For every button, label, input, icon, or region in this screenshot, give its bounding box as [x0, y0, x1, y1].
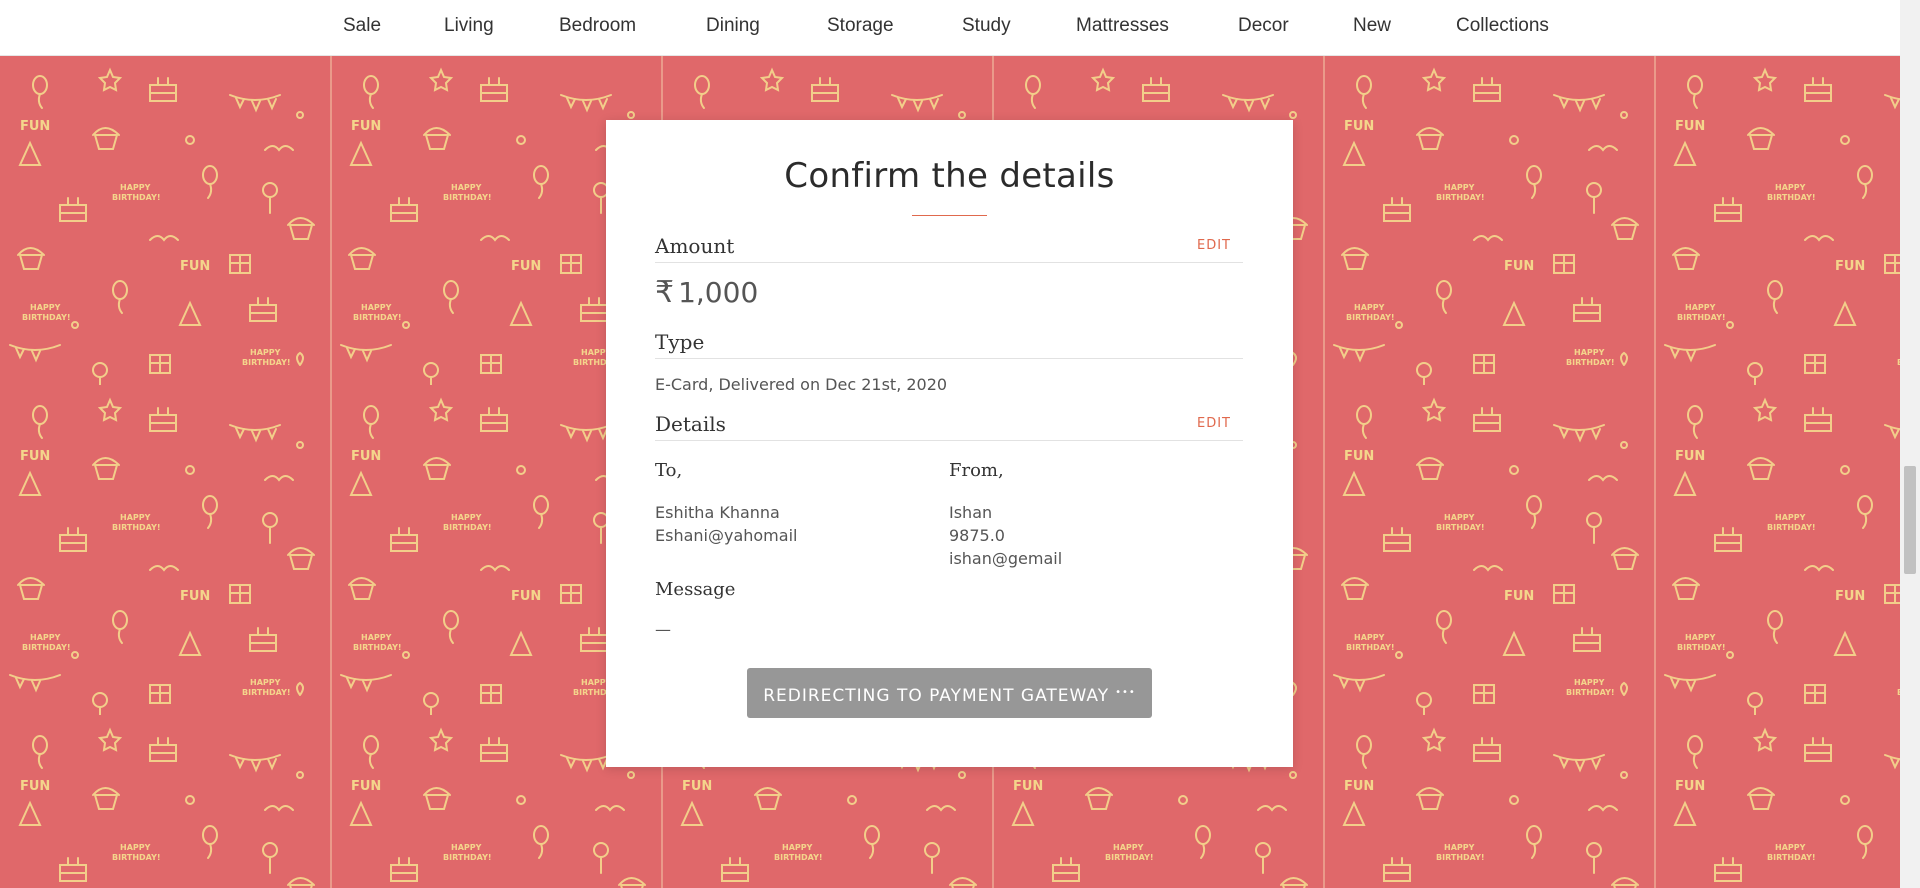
confirm-details-card: Confirm the details Amount EDIT ₹1,000 T… — [606, 120, 1293, 767]
nav-item-sale[interactable]: Sale — [343, 0, 381, 52]
nav-item-storage[interactable]: Storage — [827, 0, 894, 52]
nav-item-dining[interactable]: Dining — [706, 0, 760, 52]
nav-item-study[interactable]: Study — [962, 0, 1011, 52]
loading-spinner-icon: ••• — [1115, 687, 1136, 698]
top-nav: Sale Living Bedroom Dining Storage Study… — [0, 0, 1900, 56]
title-underline — [912, 215, 987, 216]
from-phone: 9875.0 — [949, 526, 1005, 545]
details-section-header: Details EDIT — [655, 412, 1243, 441]
rupee-icon: ₹ — [655, 275, 675, 310]
amount-label: Amount — [655, 234, 735, 258]
payment-gateway-button-label: REDIRECTING TO PAYMENT GATEWAY — [763, 686, 1110, 706]
scrollbar-thumb[interactable] — [1904, 466, 1916, 574]
amount-number: 1,000 — [678, 276, 759, 309]
nav-item-bedroom[interactable]: Bedroom — [559, 0, 636, 52]
to-email: Eshani@yahomail — [655, 526, 798, 545]
card-title: Confirm the details — [784, 156, 1115, 196]
to-label: To, — [655, 460, 683, 481]
edit-details-link[interactable]: EDIT — [1197, 416, 1231, 431]
page-scrollbar[interactable] — [1900, 0, 1920, 888]
type-label: Type — [655, 330, 705, 354]
amount-value: ₹1,000 — [655, 275, 758, 310]
details-label: Details — [655, 412, 726, 436]
message-value: — — [655, 620, 671, 639]
message-label: Message — [655, 579, 736, 600]
nav-item-decor[interactable]: Decor — [1238, 0, 1289, 52]
from-name: Ishan — [949, 503, 993, 522]
edit-amount-link[interactable]: EDIT — [1197, 238, 1231, 253]
nav-item-new[interactable]: New — [1353, 0, 1391, 52]
nav-item-collections[interactable]: Collections — [1456, 0, 1549, 52]
amount-section-header: Amount EDIT — [655, 234, 1243, 263]
nav-item-living[interactable]: Living — [444, 0, 494, 52]
nav-item-mattresses[interactable]: Mattresses — [1076, 0, 1169, 52]
to-name: Eshitha Khanna — [655, 503, 780, 522]
payment-gateway-button[interactable]: REDIRECTING TO PAYMENT GATEWAY ••• — [747, 668, 1152, 718]
from-email: ishan@gemail — [949, 549, 1063, 568]
type-section-header: Type — [655, 330, 1243, 359]
from-label: From, — [949, 460, 1004, 481]
type-value: E-Card, Delivered on Dec 21st, 2020 — [655, 375, 948, 394]
